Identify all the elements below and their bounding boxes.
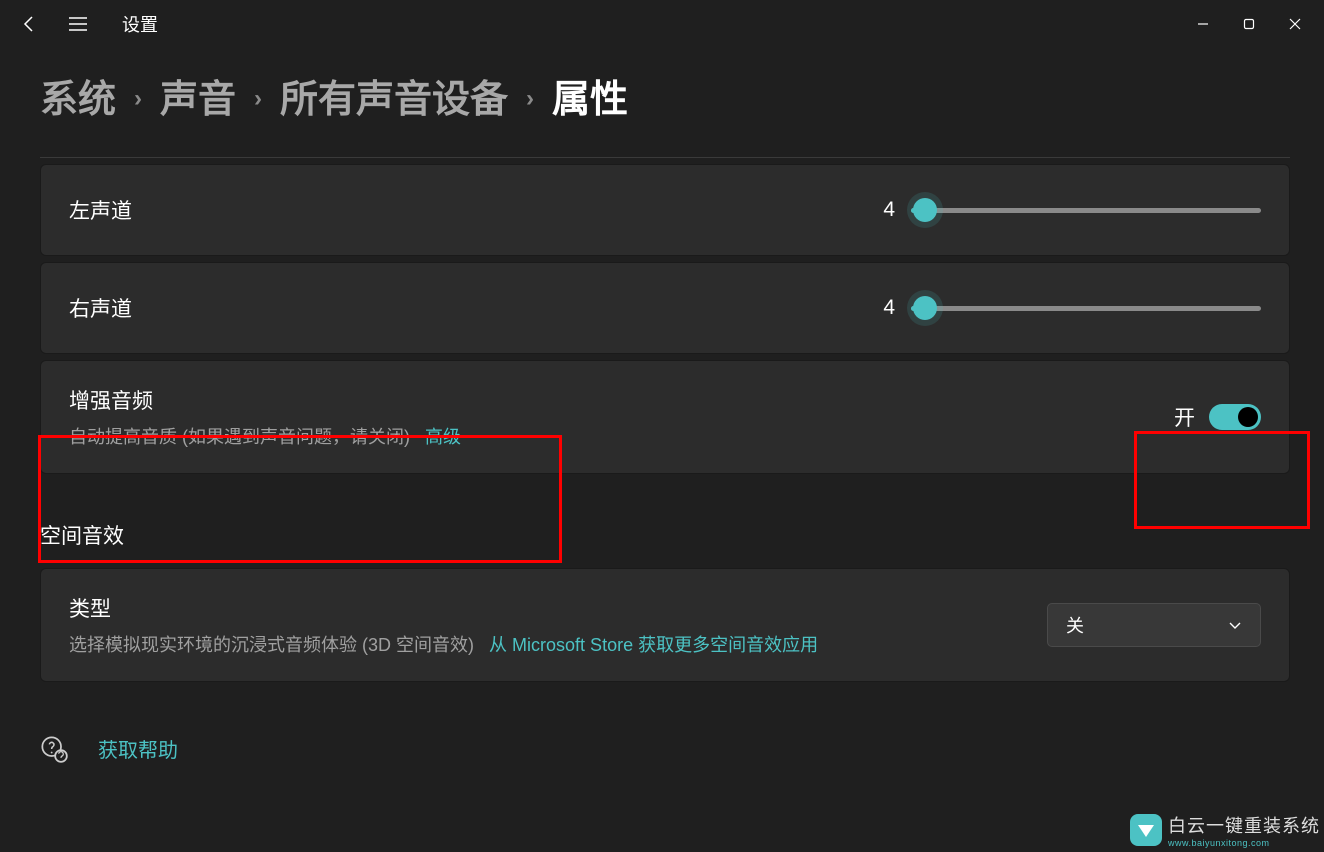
maximize-icon bbox=[1243, 18, 1255, 30]
help-icon bbox=[40, 735, 68, 763]
spatial-type-label: 类型 bbox=[69, 593, 1047, 623]
left-channel-card: 左声道 4 bbox=[40, 164, 1290, 256]
hamburger-icon bbox=[68, 16, 88, 32]
spatial-store-link[interactable]: 从 Microsoft Store 获取更多空间音效应用 bbox=[489, 635, 818, 655]
app-title: 设置 bbox=[122, 11, 158, 37]
left-channel-slider[interactable] bbox=[911, 200, 1261, 220]
spatial-type-card: 类型 选择模拟现实环境的沉浸式音频体验 (3D 空间音效) 从 Microsof… bbox=[40, 568, 1290, 682]
watermark-logo-icon bbox=[1130, 814, 1162, 846]
arrow-left-icon bbox=[20, 14, 40, 34]
dropdown-value: 关 bbox=[1066, 612, 1084, 638]
right-channel-card: 右声道 4 bbox=[40, 262, 1290, 354]
minimize-button[interactable] bbox=[1180, 8, 1226, 40]
enhance-advanced-link[interactable]: 高级 bbox=[425, 427, 461, 447]
left-channel-label: 左声道 bbox=[69, 195, 877, 225]
help-row: 获取帮助 bbox=[40, 734, 1290, 763]
close-icon bbox=[1289, 18, 1301, 30]
breadcrumb-properties: 属性 bbox=[552, 68, 628, 123]
maximize-button[interactable] bbox=[1226, 8, 1272, 40]
right-channel-label: 右声道 bbox=[69, 293, 877, 323]
chevron-right-icon: › bbox=[254, 79, 262, 113]
help-link[interactable]: 获取帮助 bbox=[98, 734, 178, 763]
toggle-knob bbox=[1238, 407, 1258, 427]
menu-button[interactable] bbox=[54, 0, 102, 48]
breadcrumb-sound[interactable]: 声音 bbox=[160, 68, 236, 123]
slider-thumb[interactable] bbox=[913, 296, 937, 320]
back-button[interactable] bbox=[6, 0, 54, 48]
titlebar: 设置 bbox=[0, 0, 1324, 48]
enhance-subtitle: 自动提高音质 (如果遇到声音问题，请关闭) 高级 bbox=[69, 423, 1174, 449]
watermark-url: www.baiyunxitong.com bbox=[1168, 838, 1320, 848]
slider-thumb[interactable] bbox=[913, 198, 937, 222]
chevron-right-icon: › bbox=[526, 79, 534, 113]
spatial-type-dropdown[interactable]: 关 bbox=[1047, 603, 1261, 647]
spatial-type-subtitle: 选择模拟现实环境的沉浸式音频体验 (3D 空间音效) 从 Microsoft S… bbox=[69, 631, 1047, 657]
breadcrumb-all-devices[interactable]: 所有声音设备 bbox=[280, 68, 508, 123]
watermark-title: 白云一键重装系统 bbox=[1168, 812, 1320, 838]
right-channel-value: 4 bbox=[877, 296, 895, 320]
enhance-audio-card: 增强音频 自动提高音质 (如果遇到声音问题，请关闭) 高级 开 bbox=[40, 360, 1290, 474]
minimize-icon bbox=[1197, 18, 1209, 30]
close-button[interactable] bbox=[1272, 8, 1318, 40]
enhance-toggle[interactable] bbox=[1209, 404, 1261, 430]
left-channel-value: 4 bbox=[877, 198, 895, 222]
spatial-heading: 空间音效 bbox=[40, 520, 1290, 550]
divider bbox=[40, 157, 1290, 158]
enhance-toggle-label: 开 bbox=[1174, 402, 1195, 432]
chevron-down-icon bbox=[1228, 620, 1242, 630]
enhance-title: 增强音频 bbox=[69, 385, 1174, 415]
chevron-right-icon: › bbox=[134, 79, 142, 113]
breadcrumb-system[interactable]: 系统 bbox=[40, 68, 116, 123]
breadcrumb: 系统 › 声音 › 所有声音设备 › 属性 bbox=[40, 68, 1290, 123]
watermark: 白云一键重装系统 www.baiyunxitong.com bbox=[1130, 812, 1320, 848]
right-channel-slider[interactable] bbox=[911, 298, 1261, 318]
